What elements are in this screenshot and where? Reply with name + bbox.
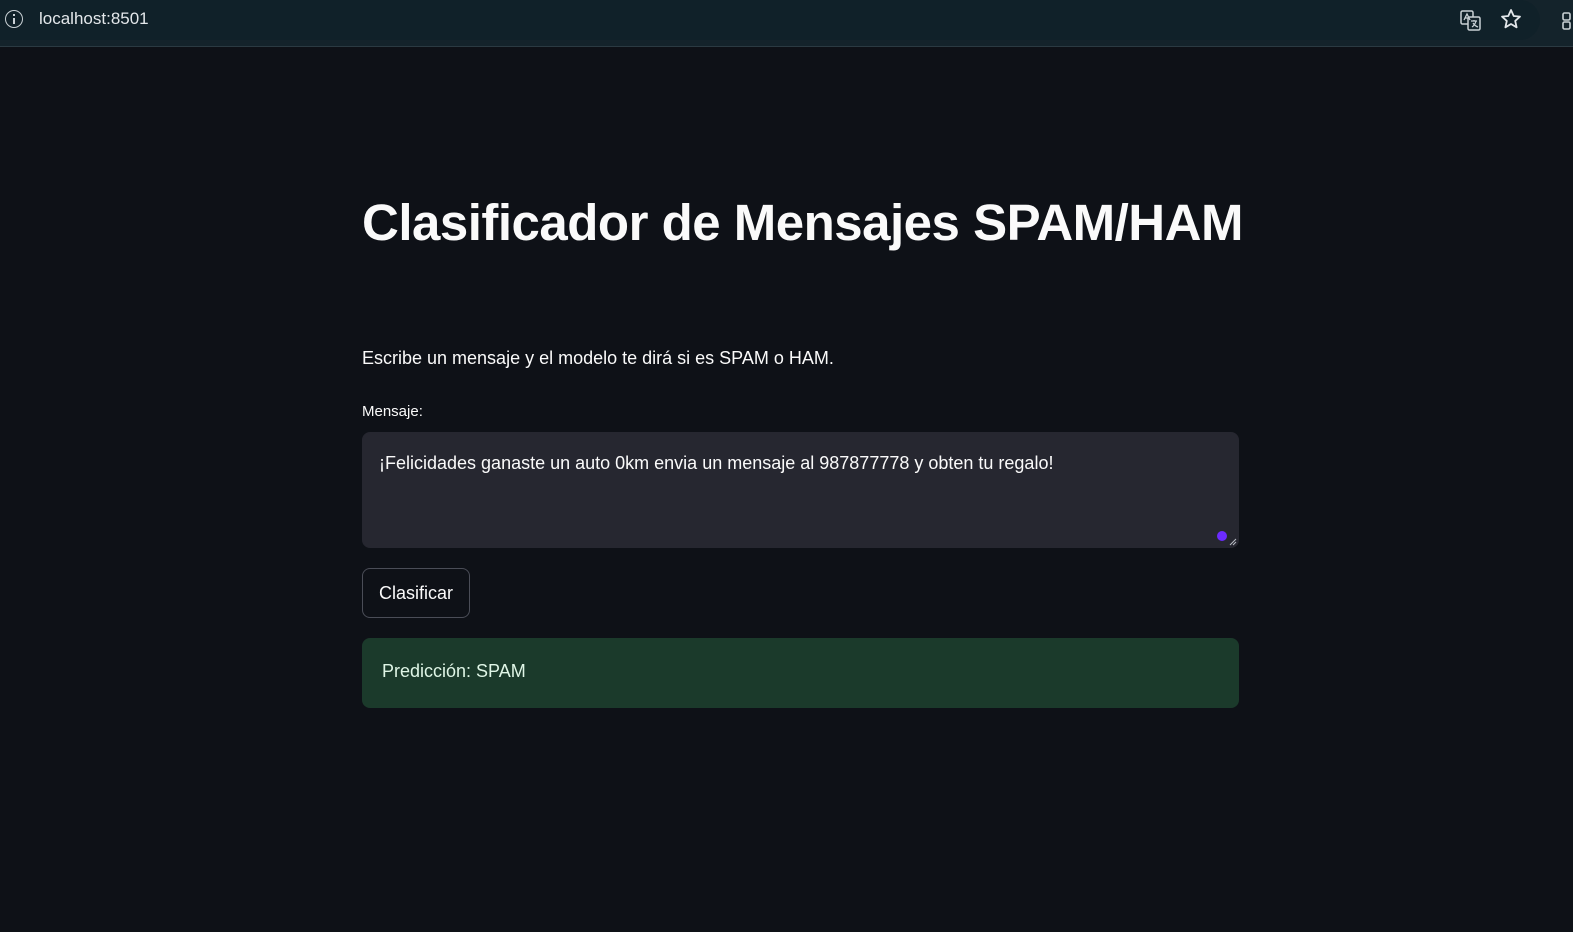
message-textarea[interactable]: ¡Felicidades ganaste un auto 0km envia u… xyxy=(362,432,1239,548)
focus-indicator-dot xyxy=(1217,531,1227,541)
star-icon[interactable] xyxy=(1500,8,1522,30)
translate-icon[interactable] xyxy=(1460,10,1481,31)
info-icon[interactable] xyxy=(5,10,23,28)
extensions-icon[interactable] xyxy=(1560,10,1573,32)
classify-button[interactable]: Clasificar xyxy=(362,568,470,618)
message-label: Mensaje: xyxy=(362,403,423,420)
browser-toolbar: localhost:8501 xyxy=(0,0,1573,47)
url-text[interactable]: localhost:8501 xyxy=(39,9,149,29)
prediction-alert: Predicción: SPAM xyxy=(362,638,1239,708)
resize-handle-icon[interactable] xyxy=(1229,538,1237,546)
description-text: Escribe un mensaje y el modelo te dirá s… xyxy=(362,348,834,368)
page-title: Clasificador de Mensajes SPAM/HAM xyxy=(362,194,1243,251)
address-bar[interactable]: localhost:8501 xyxy=(0,0,1540,40)
prediction-text: Predicción: SPAM xyxy=(382,661,526,681)
